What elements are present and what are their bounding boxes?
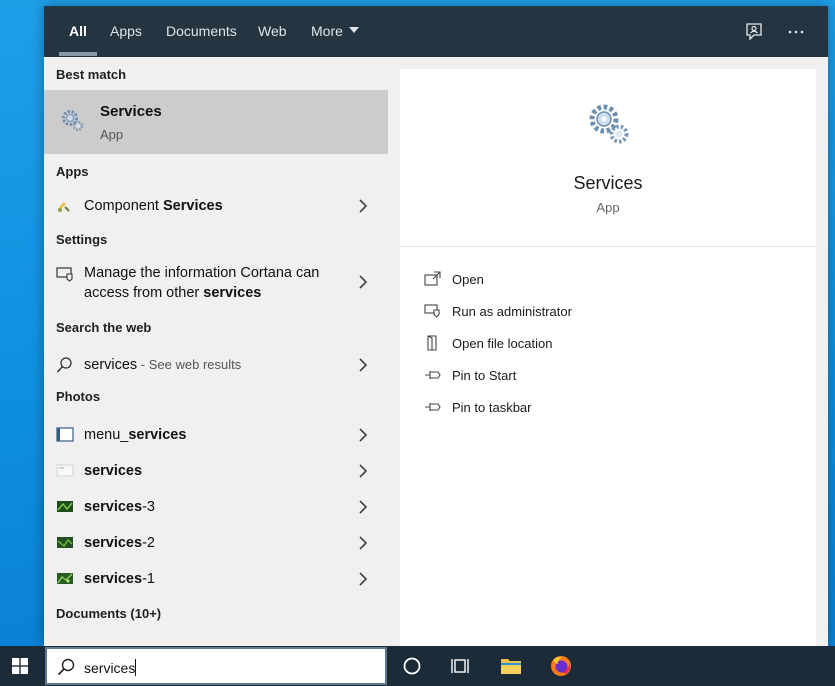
chevron-right-icon	[359, 536, 368, 550]
results-list: Best match Services App Apps Component S…	[44, 57, 388, 646]
text-caret	[135, 659, 137, 676]
action-label: Run as administrator	[452, 304, 572, 319]
tab-web[interactable]: Web	[258, 23, 287, 41]
section-documents[interactable]: Documents (10+)	[56, 606, 161, 621]
chevron-right-icon	[359, 199, 368, 213]
open-icon	[424, 271, 441, 286]
feedback-icon[interactable]	[742, 20, 766, 44]
preview-title: Services	[573, 173, 643, 193]
preview-pane: Services App Open Run as administrator O…	[400, 69, 816, 646]
photo-thumbnail-icon	[56, 464, 74, 477]
taskbar: services	[0, 646, 835, 686]
cortana-settings-icon	[56, 267, 73, 282]
file-explorer-button[interactable]	[486, 646, 534, 686]
result-label: Component Services	[84, 198, 223, 214]
chevron-right-icon	[359, 464, 368, 478]
best-match-services[interactable]: Services App	[44, 90, 388, 154]
action-pin-to-taskbar[interactable]: Pin to taskbar	[424, 397, 794, 421]
action-pin-to-start[interactable]: Pin to Start	[424, 365, 794, 389]
action-label: Pin to Start	[452, 368, 517, 383]
chevron-right-icon	[359, 572, 368, 586]
result-photo[interactable]: menu_services	[44, 419, 388, 451]
action-run-as-administrator[interactable]: Run as administrator	[424, 301, 794, 325]
tab-documents[interactable]: Documents	[166, 23, 237, 41]
section-best-match: Best match	[56, 67, 127, 82]
firefox-icon	[551, 656, 571, 676]
result-label: Manage the information Cortana can access…	[84, 265, 320, 301]
section-photos: Photos	[56, 389, 101, 404]
pin-icon	[425, 371, 441, 379]
result-label: services-3	[84, 499, 155, 515]
result-photo[interactable]: services-2	[44, 527, 388, 559]
file-location-icon	[427, 335, 437, 351]
windows-start-icon	[12, 658, 28, 674]
start-button[interactable]	[0, 646, 40, 686]
chevron-right-icon	[359, 500, 368, 514]
tab-more[interactable]: More	[311, 23, 359, 41]
action-label: Open	[452, 272, 484, 287]
action-open[interactable]: Open	[424, 269, 794, 293]
task-view-icon	[451, 659, 469, 673]
component-services-icon	[58, 202, 70, 212]
pin-icon	[425, 403, 441, 411]
result-label: services-1	[84, 571, 155, 587]
file-explorer-icon	[501, 659, 521, 674]
search-icon	[56, 357, 72, 373]
section-search-web: Search the web	[56, 320, 152, 335]
photo-thumbnail-icon	[57, 537, 73, 548]
section-settings: Settings	[56, 232, 108, 247]
photo-thumbnail-icon	[57, 573, 73, 584]
preview-subtitle: App	[596, 200, 620, 215]
best-match-subtitle: App	[100, 127, 124, 142]
search-tabs-bar: All Apps Documents Web More	[44, 6, 828, 57]
action-open-file-location[interactable]: Open file location	[424, 333, 794, 357]
tab-all[interactable]: All	[69, 23, 87, 41]
tab-apps[interactable]: Apps	[110, 23, 142, 41]
cortana-button[interactable]	[388, 646, 436, 686]
chevron-right-icon	[359, 275, 368, 289]
search-icon	[57, 658, 75, 676]
section-apps: Apps	[56, 164, 89, 179]
preview-header: Services App	[400, 69, 816, 246]
result-cortana-setting[interactable]: Manage the information Cortana can access…	[44, 257, 388, 305]
photo-thumbnail-icon	[57, 501, 73, 512]
photo-thumbnail-icon	[56, 427, 74, 442]
divider	[400, 246, 816, 247]
tab-more-label: More	[311, 23, 343, 39]
best-match-title: Services	[100, 103, 162, 120]
more-options-icon[interactable]	[784, 20, 808, 44]
action-label: Pin to taskbar	[452, 400, 532, 415]
result-photo[interactable]: services-1	[44, 563, 388, 595]
result-label: menu_services	[84, 427, 187, 443]
result-web-search[interactable]: services - See web results	[44, 349, 388, 381]
chevron-right-icon	[359, 358, 368, 372]
active-tab-indicator	[59, 52, 97, 56]
action-label: Open file location	[452, 336, 553, 351]
cortana-icon	[403, 657, 421, 675]
search-input-value: services	[84, 659, 137, 676]
gears-icon	[589, 104, 629, 144]
task-view-button[interactable]	[436, 646, 484, 686]
firefox-button[interactable]	[536, 646, 584, 686]
result-label: services	[84, 463, 143, 479]
search-flyout: All Apps Documents Web More Best match S…	[44, 6, 828, 646]
chevron-right-icon	[359, 428, 368, 442]
result-component-services[interactable]: Component Services	[44, 190, 388, 222]
chevron-down-icon	[348, 27, 359, 34]
result-label: services - See web results	[84, 357, 242, 373]
taskbar-search-input[interactable]: services	[45, 647, 387, 685]
gears-icon	[62, 110, 84, 132]
result-label: services-2	[84, 535, 155, 551]
shield-icon	[424, 304, 440, 318]
result-photo[interactable]: services-3	[44, 491, 388, 523]
result-photo[interactable]: services	[44, 455, 388, 487]
